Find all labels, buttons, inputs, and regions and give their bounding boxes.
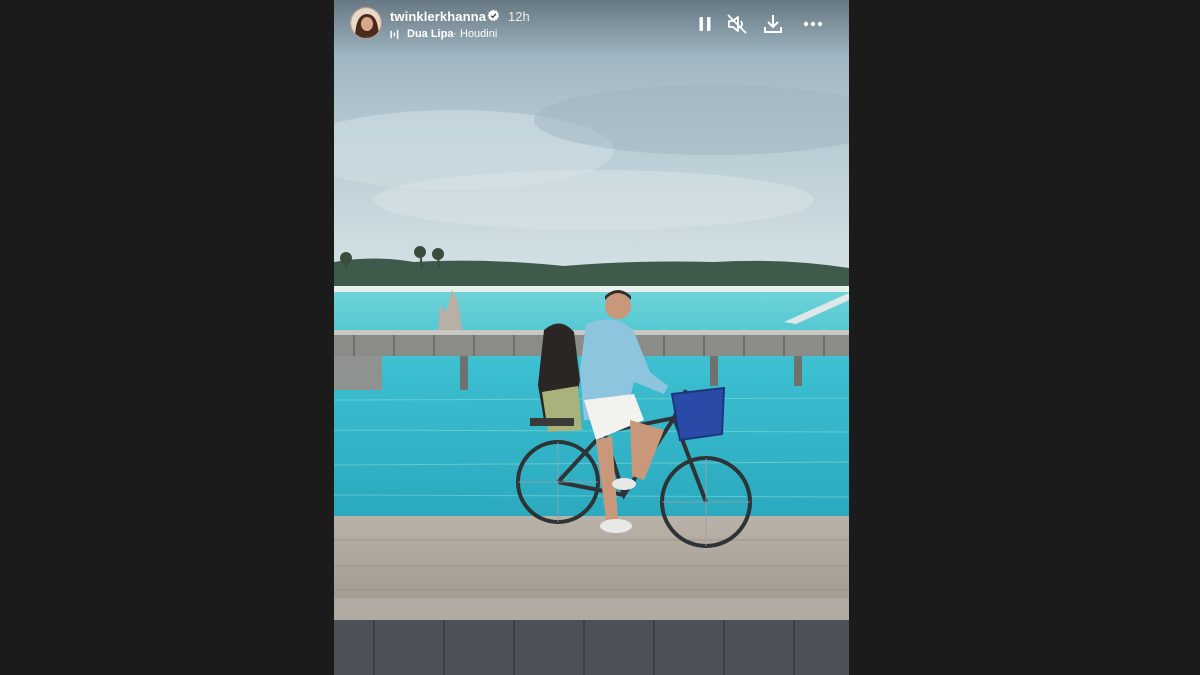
more-options-icon (803, 21, 823, 27)
story-header: twinklerkhanna 12h Dua Lipa · Houdini (334, 0, 849, 56)
more-options-button[interactable] (801, 12, 825, 36)
pause-button[interactable] (693, 12, 717, 36)
muted-speaker-icon (727, 14, 747, 34)
bike-basket (670, 386, 726, 442)
username[interactable]: twinklerkhanna (390, 9, 486, 24)
download-icon (764, 15, 782, 33)
boardwalk (334, 516, 849, 610)
verified-badge-icon (487, 9, 500, 22)
avatar-image (351, 8, 381, 38)
post-time: 12h (508, 9, 530, 24)
profile-avatar[interactable] (350, 7, 382, 39)
story-viewer: twinklerkhanna 12h Dua Lipa · Houdini (334, 0, 849, 675)
music-bars-icon (390, 29, 399, 40)
download-button[interactable] (761, 12, 785, 36)
music-track[interactable]: Houdini (460, 28, 497, 40)
pause-icon (699, 17, 711, 31)
story-photo (334, 0, 849, 675)
music-separator: · (453, 28, 457, 40)
mute-button[interactable] (725, 12, 749, 36)
music-artist[interactable]: Dua Lipa (407, 28, 453, 40)
